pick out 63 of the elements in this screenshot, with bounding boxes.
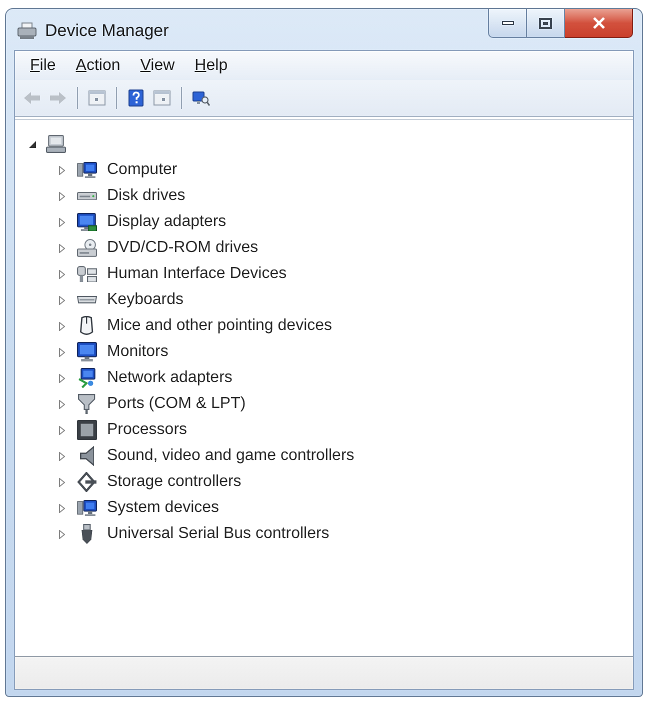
tree-item[interactable]: Universal Serial Bus controllers: [107, 522, 330, 546]
collapsed-arrow-icon[interactable]: [59, 166, 65, 174]
tree-item[interactable]: Display adapters: [107, 210, 226, 234]
tree-item[interactable]: Disk drives: [107, 184, 186, 208]
chip-icon: [77, 420, 97, 440]
window-icon[interactable]: [153, 89, 171, 107]
printer-icon: [17, 22, 37, 40]
minimize-button[interactable]: [488, 9, 527, 38]
tree-item[interactable]: Mice and other pointing devices: [107, 314, 332, 338]
close-icon: [592, 17, 606, 29]
collapsed-arrow-icon[interactable]: [59, 244, 65, 252]
collapsed-arrow-icon[interactable]: [59, 218, 65, 226]
collapsed-arrow-icon[interactable]: [59, 504, 65, 512]
tree-item[interactable]: DVD/CD-ROM drives: [107, 236, 258, 260]
disk-drive-icon: [77, 192, 97, 200]
input-device-icon: [77, 266, 97, 282]
collapsed-arrow-icon[interactable]: [59, 348, 65, 356]
tree-item[interactable]: Sound, video and game controllers: [107, 444, 354, 468]
expanded-arrow-icon[interactable]: [29, 140, 36, 148]
tree-item[interactable]: Network adapters: [107, 366, 232, 390]
tree-item[interactable]: Human Interface Devices: [107, 262, 287, 286]
maximize-button[interactable]: [527, 9, 565, 38]
collapsed-arrow-icon[interactable]: [59, 400, 65, 408]
collapsed-arrow-icon[interactable]: [59, 426, 65, 434]
monitor-search-icon[interactable]: [192, 89, 210, 107]
plug-icon: [81, 524, 93, 544]
tree-item[interactable]: Monitors: [107, 340, 168, 364]
tree-item[interactable]: Processors: [107, 418, 188, 442]
help-icon[interactable]: [127, 89, 145, 107]
tree-item[interactable]: Computer: [107, 158, 178, 182]
collapsed-arrow-icon[interactable]: [59, 296, 65, 304]
connector-icon: [77, 472, 97, 492]
collapsed-arrow-icon[interactable]: [59, 452, 65, 460]
network-icon: [78, 368, 96, 388]
tree-item[interactable]: Ports (COM & LPT): [107, 392, 246, 416]
plug-icon: [78, 394, 96, 414]
collapsed-arrow-icon[interactable]: [59, 322, 65, 330]
menu-item[interactable]: View: [131, 54, 184, 78]
menu-item[interactable]: Help: [186, 54, 237, 78]
tree-item[interactable]: System devices: [107, 496, 220, 520]
speaker-icon: [80, 446, 94, 466]
collapsed-arrow-icon[interactable]: [59, 270, 65, 278]
computer-icon: [77, 500, 97, 516]
computer-icon: [77, 162, 97, 178]
monitor-icon: [77, 342, 97, 362]
minimize-icon: [502, 21, 514, 25]
monitor-icon: [77, 212, 97, 232]
menu-item[interactable]: Action: [66, 54, 130, 78]
tree-item[interactable]: Storage controllers: [107, 470, 242, 494]
optical-drive-icon: [77, 239, 97, 257]
computer-icon: [46, 135, 66, 153]
menu-item[interactable]: File: [21, 54, 65, 78]
restore-icon: [539, 18, 552, 28]
close-button[interactable]: [565, 9, 633, 38]
window-icon[interactable]: [88, 89, 106, 107]
tree-item[interactable]: Keyboards: [107, 288, 184, 312]
mouse-icon: [80, 316, 94, 336]
collapsed-arrow-icon[interactable]: [59, 478, 65, 486]
keyboard-icon: [77, 296, 97, 304]
collapsed-arrow-icon[interactable]: [59, 374, 65, 382]
window-title: Device Manager: [45, 20, 169, 42]
collapsed-arrow-icon[interactable]: [59, 192, 65, 200]
collapsed-arrow-icon[interactable]: [59, 530, 65, 538]
